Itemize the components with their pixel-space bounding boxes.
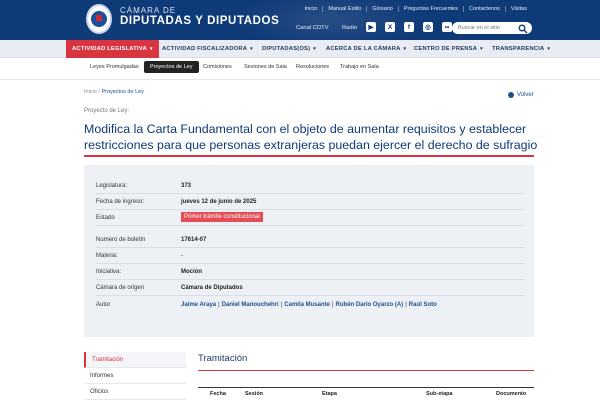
sidebar-item-informes[interactable]: Informes <box>84 368 186 384</box>
social-links: ▶ X f ◎ •• <box>366 22 452 32</box>
author-link[interactable]: Daniel Manouchehri <box>222 302 279 308</box>
subnav-comisiones[interactable]: Comisiones <box>203 64 232 70</box>
detail-row-estado: Estado Primer trámite constitucional <box>96 210 524 226</box>
back-link[interactable]: Volver <box>508 92 534 98</box>
detail-row-boletin: Numero de boletín 17614-07 <box>96 232 524 248</box>
detail-label: Estado <box>96 215 115 221</box>
nav-transparencia[interactable]: TRANSPARENCIA ▾ <box>492 40 550 58</box>
main-nav: ACTIVIDAD LEGISLATIVA ▾ ACTIVIDAD FISCALI… <box>0 40 600 58</box>
column-header-documento[interactable]: Documento <box>496 391 526 397</box>
subnav-trabajo-en-sala[interactable]: Trabajo en Sala <box>340 64 379 70</box>
nav-label: ACTIVIDAD FISCALIZADORA <box>162 46 248 52</box>
nav-label: CENTRO DE PRENSA <box>414 46 478 52</box>
detail-label: Cámara de origen <box>96 285 145 291</box>
sidebar-item-oficios[interactable]: Oficios <box>84 384 186 400</box>
author-link[interactable]: Raúl Soto <box>409 302 437 308</box>
detail-value: jueves 12 de junio de 2025 <box>181 199 257 205</box>
top-link-visitas[interactable]: Visitas <box>504 6 532 12</box>
instagram-icon[interactable]: ◎ <box>423 22 433 32</box>
column-header-etapa[interactable]: Etapa <box>322 391 337 397</box>
detail-row-legislatura: Legislatura: 373 <box>96 178 524 194</box>
detail-row-materia: Materia: - <box>96 248 524 264</box>
section-divider <box>198 370 534 371</box>
nav-label: DIPUTADAS(OS) <box>262 46 311 52</box>
site-header: CÁMARA DE DIPUTADAS Y DIPUTADOS Inicio M… <box>0 0 600 40</box>
nav-label: TRANSPARENCIA <box>492 46 545 52</box>
radio-link[interactable]: Radio <box>342 25 357 31</box>
top-link-preguntas[interactable]: Preguntas Frecuentes <box>397 6 463 12</box>
breadcrumb-home[interactable]: Inicio <box>84 89 97 95</box>
canal-tv-link[interactable]: Canal CDTV <box>296 25 329 31</box>
author-list: Jaime Araya | Daniel Manouchehri | Camila Mu… <box>181 302 437 308</box>
camara-logo-icon[interactable] <box>86 4 112 34</box>
top-link-glosario[interactable]: Glosario <box>366 6 397 12</box>
sub-nav: Leyes Promulgadas Proyectos de Ley Comis… <box>0 58 600 80</box>
detail-row-iniciativa: Iniciativa: Moción <box>96 264 524 280</box>
table-header: Fecha Sesión Etapa Sub-etapa Documento <box>198 387 534 400</box>
chevron-down-icon: ▾ <box>250 46 253 52</box>
chevron-down-icon: ▾ <box>313 46 316 52</box>
detail-label: Autor <box>96 302 111 308</box>
detail-value: Cámara de Diputados <box>181 285 243 291</box>
detail-row-origen: Cámara de origen Cámara de Diputados <box>96 280 524 296</box>
back-arrow-icon <box>508 92 514 98</box>
search-icon[interactable] <box>518 24 528 34</box>
brand-line-2[interactable]: DIPUTADAS Y DIPUTADOS <box>120 15 279 27</box>
nav-label: ACERCA DE LA CÁMARA <box>326 46 401 52</box>
detail-label: Legislatura: <box>96 183 128 189</box>
page-title: Modifica la Carta Fundamental con el obj… <box>84 122 538 152</box>
nav-centro-prensa[interactable]: CENTRO DE PRENSA ▾ <box>414 40 483 58</box>
back-label: Volver <box>517 92 534 98</box>
subnav-proyectos-de-ley[interactable]: Proyectos de Ley <box>144 61 199 73</box>
x-icon[interactable]: X <box>385 22 395 32</box>
top-links: Inicio Manual Estilo Glosario Preguntas … <box>300 6 532 12</box>
detail-label: Iniciativa: <box>96 269 122 275</box>
section-sidebar: Tramitación Informes Oficios <box>84 352 186 400</box>
chevron-down-icon: ▾ <box>480 46 483 52</box>
nav-actividad-fiscalizadora[interactable]: ACTIVIDAD FISCALIZADORA ▾ <box>162 40 253 58</box>
breadcrumb-current[interactable]: Proyectos de Ley <box>101 89 144 95</box>
detail-value: Moción <box>181 269 202 275</box>
breadcrumb: Inicio / Proyectos de Ley <box>84 89 144 95</box>
top-link-manual-estilo[interactable]: Manual Estilo <box>322 6 366 12</box>
column-header-fecha[interactable]: Fecha <box>210 391 226 397</box>
chevron-down-icon: ▾ <box>547 46 551 52</box>
column-header-sub-etapa[interactable]: Sub-etapa <box>426 391 453 397</box>
nav-label: ACTIVIDAD LEGISLATIVA <box>72 46 147 52</box>
detail-row-autor: Autor Jaime Araya | Daniel Manouchehri | Cam… <box>96 297 524 313</box>
author-link[interactable]: Rubén Darío Oyarzo (A) <box>336 302 404 308</box>
author-link[interactable]: Camila Musante <box>284 302 330 308</box>
detail-label: Fecha de ingreso: <box>96 199 145 205</box>
nav-actividad-legislativa[interactable]: ACTIVIDAD LEGISLATIVA ▾ <box>66 40 159 58</box>
column-header-sesion[interactable]: Sesión <box>245 391 263 397</box>
detail-value: 17614-07 <box>181 237 207 243</box>
chevron-down-icon: ▾ <box>149 46 153 52</box>
status-badge: Primer trámite constitucional <box>181 212 263 222</box>
facebook-icon[interactable]: f <box>404 22 414 32</box>
page-eyebrow: Proyecto de Ley: <box>84 108 130 114</box>
flickr-icon[interactable]: •• <box>442 22 452 32</box>
chevron-down-icon: ▾ <box>403 46 407 52</box>
subnav-resoluciones[interactable]: Resoluciones <box>296 64 329 70</box>
detail-label: Numero de boletín <box>96 237 146 243</box>
detail-row-fecha: Fecha de ingreso: jueves 12 de junio de … <box>96 194 524 210</box>
brand-line-1: CÁMARA DE <box>120 6 177 15</box>
title-divider <box>84 155 534 157</box>
youtube-icon[interactable]: ▶ <box>366 22 376 32</box>
detail-label: Materia: <box>96 253 118 259</box>
detail-value: - <box>181 253 183 259</box>
subnav-leyes-promulgadas[interactable]: Leyes Promulgadas <box>90 64 139 70</box>
top-link-inicio[interactable]: Inicio <box>300 6 323 12</box>
nav-acerca-camara[interactable]: ACERCA DE LA CÁMARA ▾ <box>326 40 406 58</box>
author-link[interactable]: Jaime Araya <box>181 302 216 308</box>
nav-diputados[interactable]: DIPUTADAS(OS) ▾ <box>262 40 316 58</box>
sidebar-item-tramitacion[interactable]: Tramitación <box>84 352 186 368</box>
top-link-contactenos[interactable]: Contactenos <box>463 6 505 12</box>
detail-value: 373 <box>181 183 192 189</box>
section-title: Tramitación <box>198 353 248 364</box>
subnav-sesiones-de-sala[interactable]: Sesiones de Sala <box>244 64 287 70</box>
